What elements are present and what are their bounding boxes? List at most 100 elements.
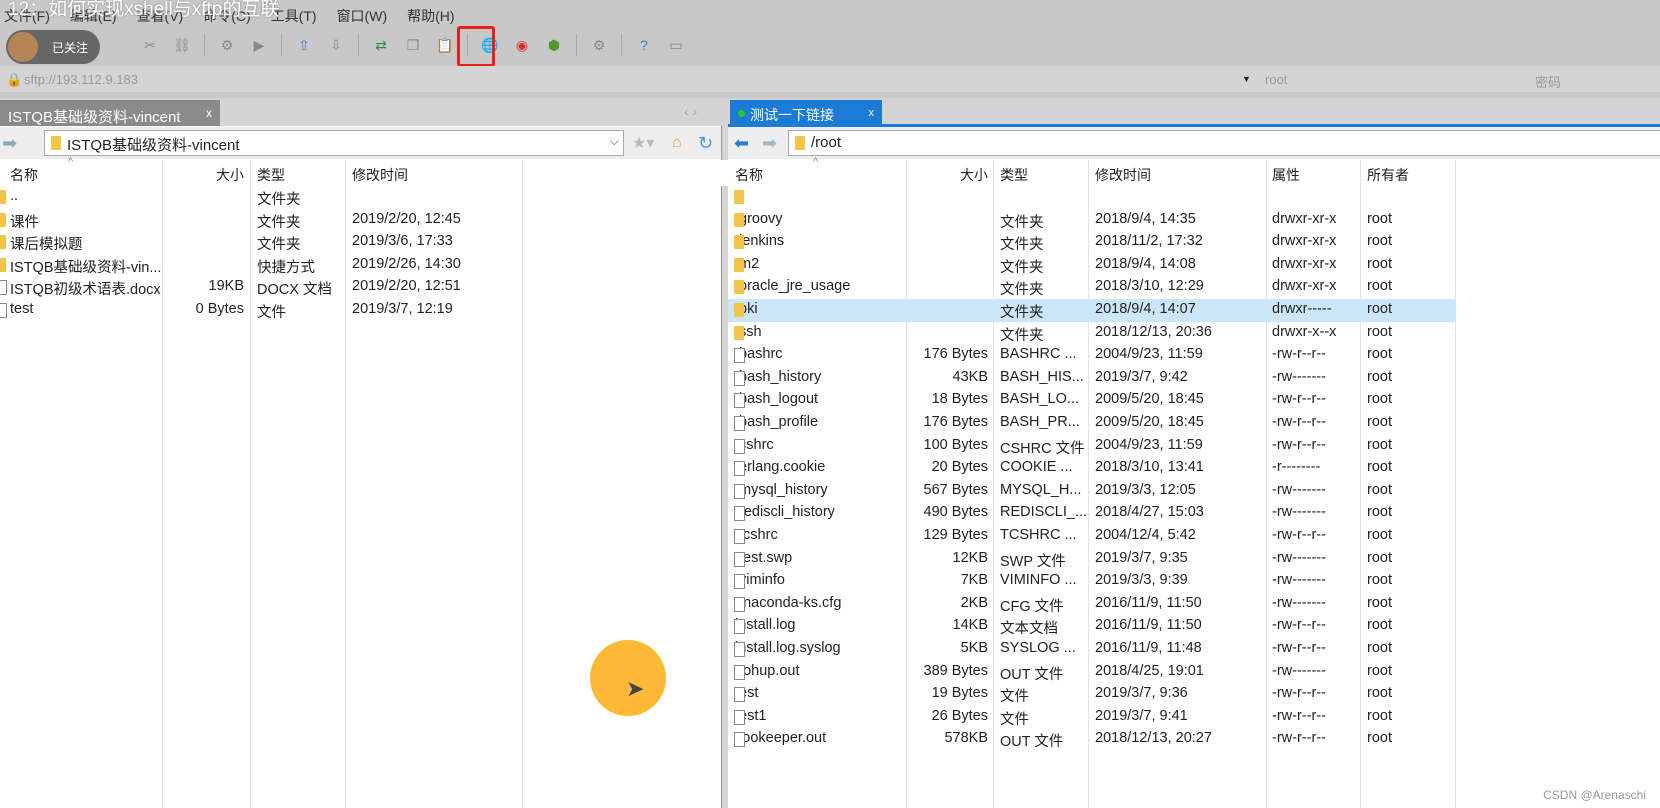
close-icon[interactable]: x: [206, 106, 212, 120]
table-row[interactable]: test 0 Bytes 文件 2019/3/7, 12:19: [0, 299, 453, 322]
folder-icon: [795, 136, 805, 150]
table-row[interactable]: install.log.syslog 5KB SYSLOG ... 2016/11/9…: [728, 638, 1456, 661]
table-row[interactable]: .oracle_jre_usage 文件夹 2018/3/10, 12:29 drwx…: [728, 276, 1456, 299]
table-row[interactable]: .mysql_history 567 Bytes MYSQL_H... 2019/3/…: [728, 480, 1456, 503]
paste-icon[interactable]: 📋: [435, 35, 455, 55]
table-row[interactable]: .viminfo 7KB VIMINFO ... 2019/3/3, 9:39 -rw-…: [728, 570, 1456, 593]
column-divider[interactable]: [162, 160, 163, 808]
column-header-2[interactable]: 类型: [257, 165, 285, 185]
home-icon[interactable]: ⌂: [672, 134, 682, 152]
table-row[interactable]: .pki 文件夹 2018/9/4, 14:07 drwxr----- root: [728, 299, 1456, 322]
table-row[interactable]: .bash_history 43KB BASH_HIS... 2019/3/7, 9:…: [728, 367, 1456, 390]
table-row[interactable]: .groovy 文件夹 2018/9/4, 14:35 drwxr-xr-x root: [728, 209, 1456, 232]
address-bar[interactable]: 🔒 sftp://193.112.9.183 ▼ root 密码: [0, 66, 1660, 92]
file-icon: [734, 461, 745, 477]
column-header-3[interactable]: 修改时间: [1095, 165, 1151, 185]
table-row[interactable]: test1 26 Bytes 文件 2019/3/7, 9:41 -rw-r--r-- r…: [728, 706, 1456, 729]
table-row[interactable]: .bash_logout 18 Bytes BASH_LO... 2009/5/20,…: [728, 389, 1456, 412]
menu-item[interactable]: 帮助(H): [407, 6, 454, 26]
panel-splitter[interactable]: [721, 126, 728, 808]
folder-icon: [734, 190, 744, 204]
column-divider[interactable]: [345, 160, 346, 808]
remote-path-input[interactable]: /root: [788, 130, 1660, 156]
cell-0: zookeeper.out: [735, 730, 827, 747]
column-header-1[interactable]: 大小: [162, 165, 244, 185]
table-row[interactable]: .rediscli_history 490 Bytes REDISCLI_... 20…: [728, 502, 1456, 525]
cell-4: -rw-------: [1272, 368, 1326, 385]
cell-3: 2019/3/7, 9:41: [1095, 707, 1188, 724]
xftp-icon[interactable]: ⬢: [544, 35, 564, 55]
cell-3: 2009/5/20, 18:45: [1095, 414, 1204, 430]
tab-remote[interactable]: 测试一下链接 x: [730, 100, 882, 126]
copy-icon[interactable]: ❐: [403, 35, 423, 55]
column-header-2[interactable]: 类型: [1000, 165, 1028, 185]
table-row[interactable]: install.log 14KB 文本文档 2016/11/9, 11:50 -rw-r…: [728, 615, 1456, 638]
cell-3: 2018/4/27, 15:03: [1095, 504, 1204, 521]
video-title: 12：如何实现xshell与xftp的互联: [8, 0, 280, 20]
local-path-input[interactable]: ISTQB基础级资料-vincent ⌵: [44, 130, 624, 156]
gear-icon[interactable]: ⚙: [589, 35, 609, 55]
table-row[interactable]: 课后模拟题 文件夹 2019/3/6, 17:33: [0, 231, 453, 254]
password-input[interactable]: 密码: [1535, 72, 1561, 91]
table-row[interactable]: anaconda-ks.cfg 2KB CFG 文件 2016/11/9, 11:50…: [728, 593, 1456, 616]
cell-4: drwxr-xr-x: [1272, 210, 1337, 227]
column-header-5[interactable]: 所有者: [1367, 165, 1409, 185]
cell-5: root: [1367, 414, 1392, 430]
table-row[interactable]: .m2 文件夹 2018/9/4, 14:08 drwxr-xr-x root: [728, 254, 1456, 277]
table-row[interactable]: zookeeper.out 578KB OUT 文件 2018/12/13, 20:2…: [728, 728, 1456, 751]
link-icon[interactable]: ⛓: [172, 35, 192, 55]
table-row[interactable]: ..: [728, 186, 1456, 209]
cell-5: root: [1367, 255, 1392, 272]
back-icon[interactable]: ⬅: [734, 133, 749, 154]
forward-icon[interactable]: ➡: [762, 133, 777, 154]
chevron-down-icon[interactable]: ⌵: [610, 134, 619, 149]
menu-item[interactable]: 窗口(W): [337, 6, 388, 26]
column-header-1[interactable]: 大小: [906, 165, 988, 185]
cell-4: -rw-------: [1272, 594, 1326, 611]
table-row[interactable]: .tcshrc 129 Bytes TCSHRC ... 2004/12/4, 5:4…: [728, 525, 1456, 548]
table-row[interactable]: nohup.out 389 Bytes OUT 文件 2018/4/25, 19:01…: [728, 661, 1456, 684]
disconnect-icon[interactable]: ✂: [140, 35, 160, 55]
column-header-3[interactable]: 修改时间: [352, 165, 408, 185]
xshell-icon[interactable]: ◉: [512, 35, 532, 55]
cell-4: -rw-r--r--: [1272, 617, 1326, 634]
table-row[interactable]: 课件 文件夹 2019/2/20, 12:45: [0, 209, 461, 232]
column-header-0[interactable]: 名称: [735, 165, 763, 185]
session-settings-icon[interactable]: ⚙: [217, 35, 237, 55]
table-row[interactable]: .. 文件夹: [0, 186, 301, 209]
cell-2: OUT 文件: [1000, 734, 1064, 751]
table-row[interactable]: .bash_profile 176 Bytes BASH_PR... 2009/5/2…: [728, 412, 1456, 435]
refresh-icon[interactable]: ↻: [698, 133, 713, 154]
tab-scroll-icon[interactable]: ‹ ›: [684, 103, 697, 119]
forward-icon[interactable]: ➡: [2, 133, 17, 154]
user-input[interactable]: root: [1265, 72, 1287, 87]
table-row[interactable]: ISTQB基础级资料-vin... 快捷方式 2019/2/26, 14:30: [0, 254, 461, 277]
download-icon[interactable]: ⇩: [326, 35, 346, 55]
table-row[interactable]: .ssh 文件夹 2018/12/13, 20:36 drwxr-x--x root: [728, 322, 1456, 345]
chat-icon[interactable]: ▭: [666, 35, 686, 55]
column-divider[interactable]: [250, 160, 251, 808]
follow-badge[interactable]: 已关注: [6, 30, 100, 64]
chevron-down-icon[interactable]: ▼: [1242, 74, 1251, 84]
transfer-icon[interactable]: ⇄: [371, 35, 391, 55]
tab-local[interactable]: ISTQB基础级资料-vincent x: [0, 100, 220, 126]
upload-icon[interactable]: ⇧: [294, 35, 314, 55]
table-row[interactable]: .test.swp 12KB SWP 文件 2019/3/7, 9:35 -rw----…: [728, 548, 1456, 571]
host-input[interactable]: sftp://193.112.9.183: [24, 72, 138, 87]
star-icon[interactable]: ★▾: [632, 133, 654, 153]
close-icon[interactable]: x: [869, 107, 875, 119]
path-text: /root: [811, 134, 842, 151]
folder-icon: [734, 257, 744, 272]
table-row[interactable]: .jenkins 文件夹 2018/11/2, 17:32 drwxr-xr-x roo…: [728, 231, 1456, 254]
help-icon[interactable]: ?: [634, 35, 654, 55]
table-row[interactable]: .cshrc 100 Bytes CSHRC 文件 2004/9/23, 11:59-…: [728, 435, 1456, 458]
cell-3: 2019/3/3, 12:05: [1095, 481, 1196, 498]
play-icon[interactable]: ▶: [249, 35, 269, 55]
table-row[interactable]: test 19 Bytes 文件 2019/3/7, 9:36 -rw-r--r-- ro…: [728, 683, 1456, 706]
table-row[interactable]: .bashrc 176 Bytes BASHRC ... 2004/9/23, 11:…: [728, 344, 1456, 367]
column-header-4[interactable]: 属性: [1272, 165, 1300, 185]
table-row[interactable]: .erlang.cookie 20 Bytes COOKIE ... 2018/3/1…: [728, 457, 1456, 480]
column-divider[interactable]: [522, 160, 523, 808]
column-header-0[interactable]: 名称: [10, 165, 38, 185]
table-row[interactable]: ISTQB初级术语表.docx 19KB DOCX 文档 2019/2/20, 12:…: [0, 276, 461, 299]
